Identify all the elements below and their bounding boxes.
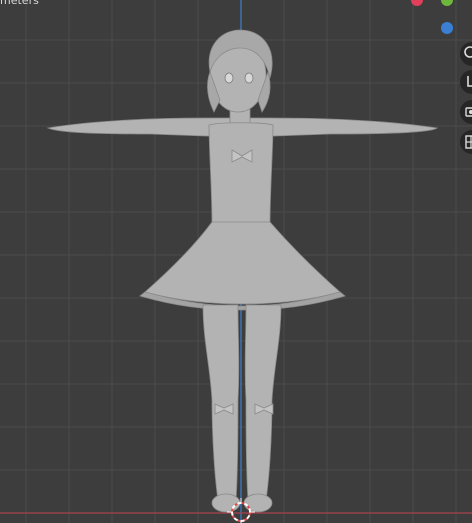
perspective-grid-icon (465, 135, 472, 149)
pan-button[interactable] (460, 70, 472, 94)
units-label: meters (0, 0, 39, 7)
zoom-button[interactable] (460, 42, 472, 66)
3d-viewport[interactable]: meters (0, 0, 472, 523)
zoom-icon (464, 46, 472, 58)
viewport-canvas[interactable] (0, 0, 472, 523)
perspective-toggle-button[interactable] (460, 130, 472, 154)
gizmo-z-axis-icon[interactable] (441, 22, 453, 34)
pan-icon (467, 76, 472, 87)
character-model[interactable] (46, 29, 439, 513)
camera-button[interactable] (460, 100, 472, 124)
camera-icon (465, 107, 472, 117)
